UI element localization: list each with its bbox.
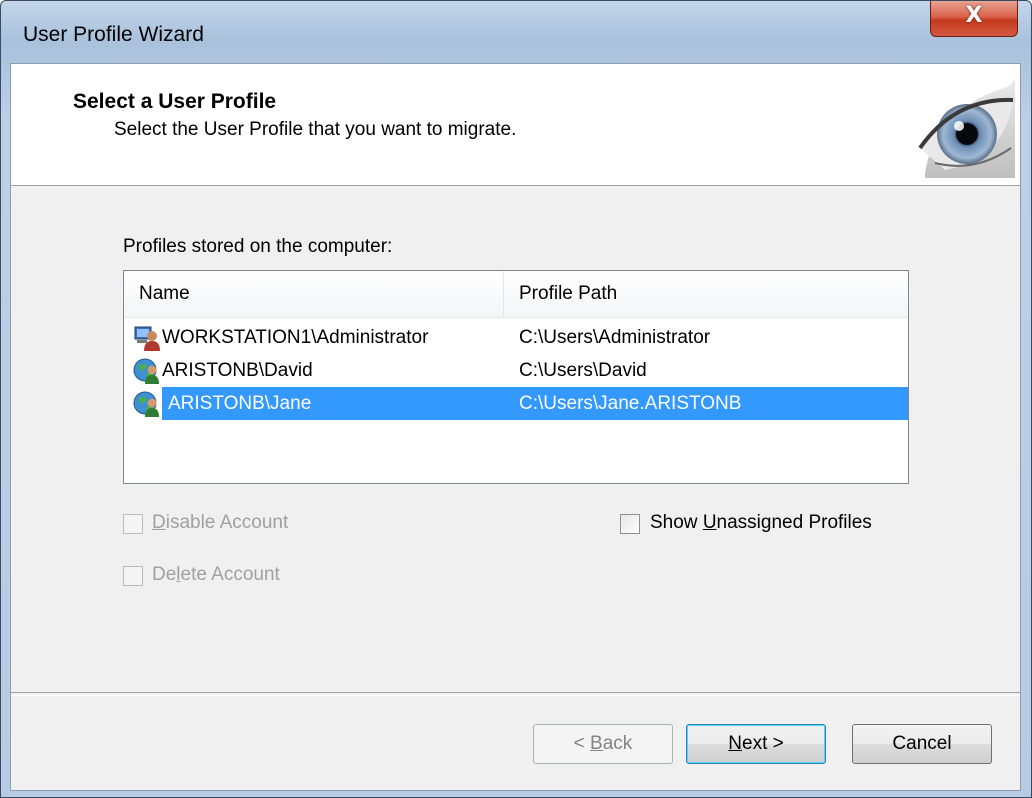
back-button[interactable]: < Back [533,724,673,764]
local-user-icon [134,326,160,351]
domain-user-icon [133,391,159,417]
footer-divider [11,692,1020,696]
wizard-window: User Profile Wizard X Select a User Prof… [0,0,1032,798]
page-title: Select a User Profile [73,90,277,113]
disable-account-checkbox[interactable] [123,514,143,534]
close-icon: X [965,3,983,28]
eye-icon [915,78,1015,178]
close-button[interactable]: X [930,1,1018,37]
wizard-client-area: Select a User Profile Select the User Pr… [10,63,1021,791]
cancel-button[interactable]: Cancel [852,724,992,764]
wizard-header: Select a User Profile Select the User Pr… [11,64,1020,186]
delete-account-checkbox[interactable] [123,566,143,586]
profiles-label: Profiles stored on the computer: [123,236,393,257]
page-subtitle: Select the User Profile that you want to… [114,119,517,140]
profiles-list[interactable]: Name Profile Path WORKSTATION1\Administr… [123,270,909,484]
delete-account-label: Delete Account [152,564,280,585]
column-header-name[interactable]: Name [124,271,504,317]
column-header-profile-path[interactable]: Profile Path [504,271,908,317]
title-bar[interactable]: User Profile Wizard X [1,1,1031,63]
list-item[interactable]: WORKSTATION1\Administrator C:\Users\Admi… [124,321,908,354]
profile-name: ARISTONB\David [162,360,313,381]
profile-path: C:\Users\David [519,360,647,381]
list-item-selected[interactable]: ARISTONB\Jane C:\Users\Jane.ARISTONB [124,387,908,420]
window-title: User Profile Wizard [23,23,204,46]
profile-path: C:\Users\Jane.ARISTONB [519,393,742,414]
profile-path: C:\Users\Administrator [519,327,711,348]
domain-user-icon [133,358,159,384]
show-unassigned-profiles-checkbox[interactable] [620,514,640,534]
disable-account-label: Disable Account [152,512,289,533]
next-button[interactable]: Next > [686,724,826,764]
profile-name: ARISTONB\Jane [168,393,312,414]
profile-name: WORKSTATION1\Administrator [162,327,429,348]
list-item[interactable]: ARISTONB\David C:\Users\David [124,354,908,387]
show-unassigned-profiles-label: Show Unassigned Profiles [650,512,872,533]
list-header: Name Profile Path [124,271,908,318]
